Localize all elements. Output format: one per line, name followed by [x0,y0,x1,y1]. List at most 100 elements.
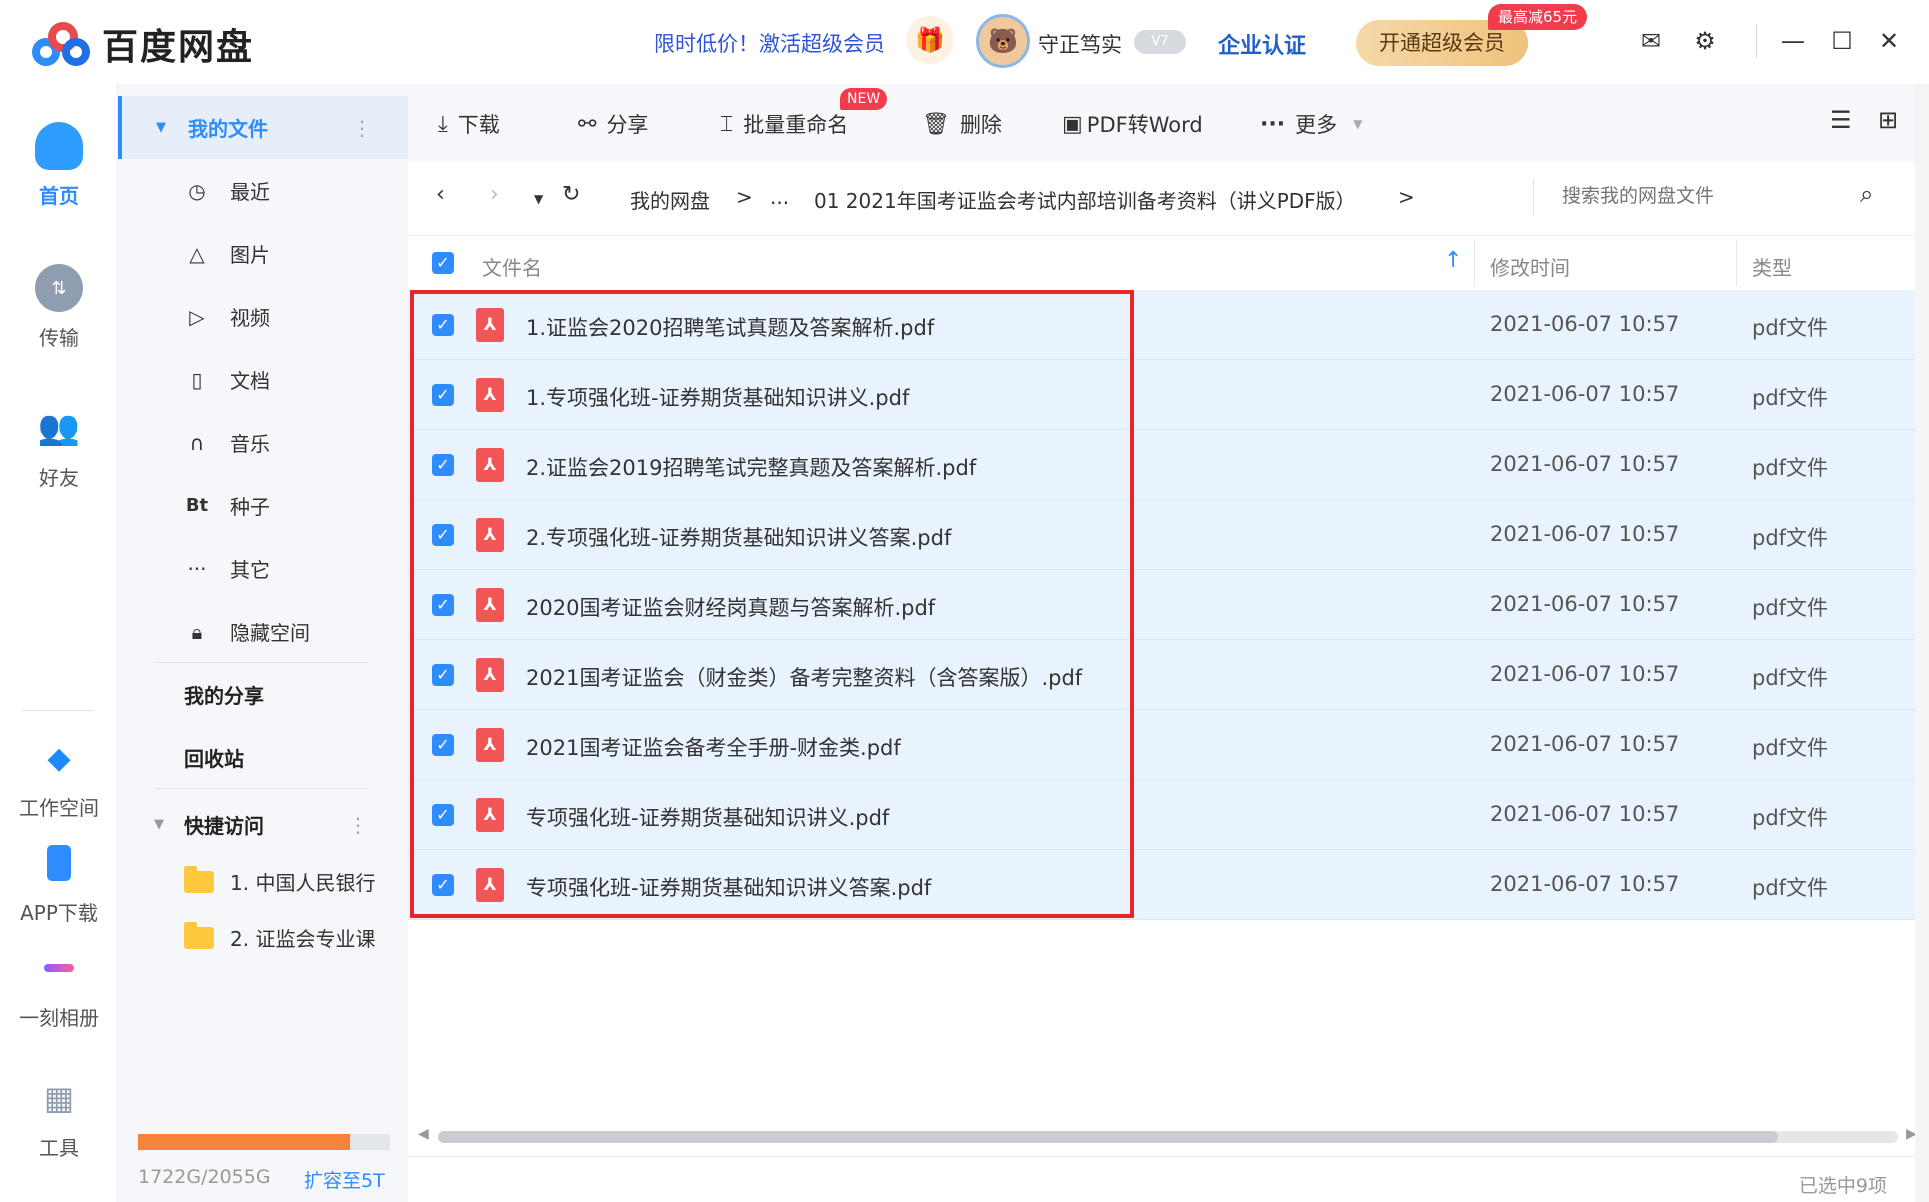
search-input[interactable] [1562,185,1842,207]
sidebar-quick-access[interactable]: ▼ 快捷访问 ⋮ [118,793,408,856]
file-name[interactable]: 2021国考证监会（财金类）备考完整资料（含答案版）.pdf [526,662,1082,692]
trash-icon: 🗑︎ [922,111,950,137]
table-row[interactable]: ✓ ⅄ 1.专项强化班-证券期货基础知识讲义.pdf 2021-06-07 10… [408,360,1929,430]
column-header-modified[interactable]: 修改时间 [1490,252,1570,281]
nav-home[interactable]: 首页 [0,122,118,209]
more-button[interactable]: ··· 更多 ▼ [1260,108,1362,140]
table-row[interactable]: ✓ ⅄ 专项强化班-证券期货基础知识讲义.pdf 2021-06-07 10:5… [408,780,1929,850]
nav-app-download[interactable]: APP下载 [0,839,118,926]
row-checkbox[interactable]: ✓ [432,734,454,756]
close-icon[interactable]: ✕ [1874,26,1904,56]
more-vertical-icon[interactable]: ⋮ [348,813,368,837]
more-vertical-icon[interactable]: ⋮ [352,116,372,140]
table-row[interactable]: ✓ ⅄ 专项强化班-证券期货基础知识讲义答案.pdf 2021-06-07 10… [408,850,1929,920]
breadcrumb-root[interactable]: 我的网盘 [630,185,710,214]
sidebar-item-torrents[interactable]: Bt 种子 [118,474,408,537]
file-browser: ⤓ 下载 ⚯ 分享 ⌶ 批量重命名 NEW 🗑︎ 删除 ▣ PDF转Word ··· 更多 … [408,84,1929,1202]
sidebar-item-music[interactable]: ∩ 音乐 [118,411,408,474]
refresh-icon[interactable]: ↻ [562,182,580,207]
sidebar-item-images[interactable]: △ 图片 [118,222,408,285]
sidebar-my-share[interactable]: 我的分享 [118,663,408,726]
sidebar-my-files[interactable]: ▼ 我的文件 ⋮ [118,96,408,159]
scroll-left-icon[interactable]: ◀ [418,1126,429,1142]
row-checkbox[interactable]: ✓ [432,454,454,476]
file-name[interactable]: 2.证监会2019招聘笔试完整真题及答案解析.pdf [526,452,976,482]
sidebar-item-videos[interactable]: ▷ 视频 [118,285,408,348]
nav-transfer[interactable]: ⇅ 传输 [0,264,118,351]
share-button[interactable]: ⚯ 分享 [578,108,648,140]
select-all-checkbox[interactable]: ✓ [432,252,454,274]
cloud-icon [35,122,83,170]
sidebar-item-label: 隐藏空间 [230,621,310,645]
play-icon: ▷ [189,304,205,329]
nav-workspace[interactable]: ◆ 工作空间 [0,734,118,821]
sidebar-recycle-bin[interactable]: 回收站 [118,726,408,789]
horizontal-scrollbar[interactable]: ◀ ▶ [418,1126,1918,1144]
back-icon[interactable]: ‹ [436,182,445,207]
nav-friends[interactable]: 👥 好友 [0,404,118,491]
sidebar-item-recent[interactable]: ◷ 最近 [118,159,408,222]
sidebar-item-documents[interactable]: ▯ 文档 [118,348,408,411]
enterprise-verify-link[interactable]: 企业认证 [1218,28,1306,60]
row-checkbox[interactable]: ✓ [432,384,454,406]
history-dropdown-icon[interactable]: ▼ [534,192,543,206]
table-row[interactable]: ✓ ⅄ 2.证监会2019招聘笔试完整真题及答案解析.pdf 2021-06-0… [408,430,1929,500]
ellipsis-icon: ··· [187,556,207,581]
settings-icon[interactable]: ⚙ [1690,26,1720,56]
file-name[interactable]: 专项强化班-证券期货基础知识讲义答案.pdf [526,872,931,902]
row-checkbox[interactable]: ✓ [432,874,454,896]
selection-count: 已选中9项 [1798,1175,1887,1197]
breadcrumb-current[interactable]: 01 2021年国考证监会考试内部培训备考资料（讲义PDF版） [814,185,1356,214]
table-row[interactable]: ✓ ⅄ 2020国考证监会财经岗真题与答案解析.pdf 2021-06-07 1… [408,570,1929,640]
row-checkbox[interactable]: ✓ [432,664,454,686]
username[interactable]: 守正笃实 [1038,29,1122,59]
sidebar-item-others[interactable]: ··· 其它 [118,537,408,600]
path-bar-divider [1533,180,1534,216]
pdf-to-word-button[interactable]: ▣ PDF转Word [1062,108,1203,140]
quick-folder-item[interactable]: 2. 证监会专业课 [118,906,408,969]
search-icon[interactable]: ⌕ [1860,180,1873,208]
table-row[interactable]: ✓ ⅄ 2.专项强化班-证券期货基础知识讲义答案.pdf 2021-06-07 … [408,500,1929,570]
file-type: pdf文件 [1752,806,1829,830]
row-checkbox[interactable]: ✓ [432,314,454,336]
nav-tools[interactable]: ▦ 工具 [0,1074,118,1161]
column-divider[interactable] [1736,240,1737,286]
grid-view-icon[interactable]: ⊞ [1878,106,1898,134]
sort-ascending-icon[interactable]: ↑ [1444,248,1462,273]
row-checkbox[interactable]: ✓ [432,594,454,616]
row-checkbox[interactable]: ✓ [432,804,454,826]
file-name[interactable]: 1.证监会2020招聘笔试真题及答案解析.pdf [526,312,934,342]
forward-icon[interactable]: › [490,182,499,207]
scrollbar-thumb[interactable] [438,1131,1778,1143]
sidebar-item-label: 文档 [230,369,270,393]
sidebar-item-hidden-space[interactable]: 🔒︎ 隐藏空间 [118,600,408,663]
table-row[interactable]: ✓ ⅄ 2021国考证监会备考全手册-财金类.pdf 2021-06-07 10… [408,710,1929,780]
column-header-name[interactable]: 文件名 [482,252,542,281]
column-divider[interactable] [1474,240,1475,286]
row-checkbox[interactable]: ✓ [432,524,454,546]
download-button[interactable]: ⤓ 下载 [438,108,500,140]
mail-icon[interactable]: ✉ [1636,26,1666,56]
table-row[interactable]: ✓ ⅄ 2021国考证监会（财金类）备考完整资料（含答案版）.pdf 2021-… [408,640,1929,710]
file-name[interactable]: 1.专项强化班-证券期货基础知识讲义.pdf [526,382,909,412]
nav-moment-album[interactable]: 一刻相册 [0,944,118,1031]
sort-list-icon[interactable]: ☰ [1830,106,1852,134]
expand-storage-link[interactable]: 扩容至5T [304,1166,385,1193]
file-name[interactable]: 2020国考证监会财经岗真题与答案解析.pdf [526,592,935,622]
delete-button[interactable]: 🗑︎ 删除 [922,108,1002,140]
column-header-type[interactable]: 类型 [1752,252,1792,281]
file-name[interactable]: 专项强化班-证券期货基础知识讲义.pdf [526,802,889,832]
avatar[interactable]: 🐻 [976,14,1030,68]
vip-promo-link[interactable]: 限时低价！激活超级会员 [654,28,885,58]
batch-rename-button[interactable]: ⌶ 批量重命名 [720,108,848,140]
file-name[interactable]: 2021国考证监会备考全手册-财金类.pdf [526,732,901,762]
maximize-icon[interactable]: ☐ [1827,26,1857,56]
minimize-icon[interactable]: — [1778,26,1808,56]
storage-usage-bar [138,1134,390,1150]
quick-folder-item[interactable]: 1. 中国人民银行 [118,850,408,913]
gift-icon[interactable]: 🎁 [906,16,954,64]
file-name[interactable]: 2.专项强化班-证券期货基础知识讲义答案.pdf [526,522,951,552]
breadcrumb-ellipsis[interactable]: ... [770,185,789,209]
table-row[interactable]: ✓ ⅄ 1.证监会2020招聘笔试真题及答案解析.pdf 2021-06-07 … [408,290,1929,360]
vertical-scrollbar[interactable] [1915,84,1929,1202]
